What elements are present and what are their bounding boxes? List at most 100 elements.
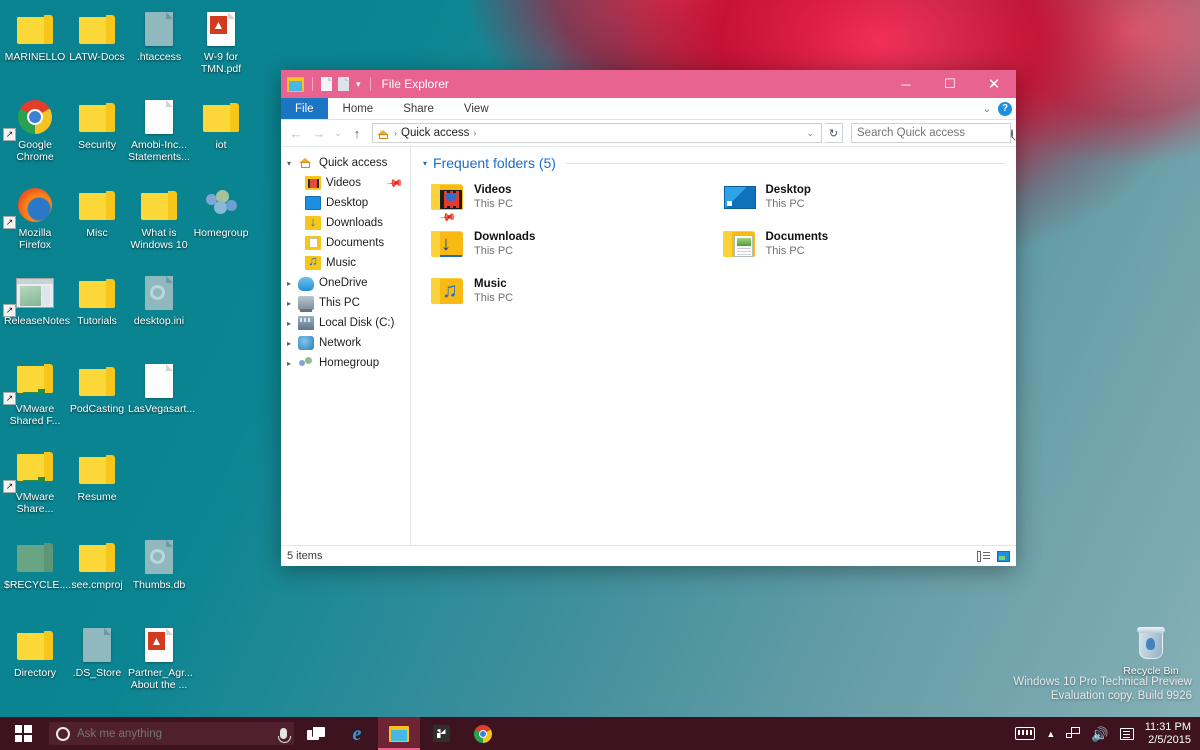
chrome-button[interactable]	[462, 717, 504, 750]
tree-expander-icon[interactable]: ▾	[287, 159, 298, 168]
back-button[interactable]: ←	[286, 126, 306, 141]
minimize-button[interactable]: ─	[884, 70, 928, 98]
file-explorer-button[interactable]	[378, 717, 420, 750]
show-hidden-icons-icon[interactable]: ▲	[1046, 729, 1055, 739]
large-icons-view-icon[interactable]	[997, 551, 1010, 562]
recent-locations-button[interactable]: ⌄	[332, 128, 344, 139]
maximize-button[interactable]: ☐	[928, 70, 972, 98]
folder-item[interactable]: 📌 Videos This PC	[423, 180, 715, 227]
nav-item-this-pc[interactable]: ▸ This PC	[281, 293, 410, 313]
details-view-icon[interactable]	[977, 551, 990, 562]
search-box[interactable]	[851, 123, 1013, 143]
forward-button[interactable]: →	[309, 126, 329, 141]
desktop-icon-label: LasVegasart...	[128, 403, 196, 415]
refresh-button[interactable]: ↻	[825, 123, 843, 143]
volume-icon[interactable]: 🔊	[1091, 727, 1108, 741]
desktop-icon[interactable]: ▲ Partner_Agr... About the ...	[128, 622, 193, 691]
up-button[interactable]: ↑	[347, 126, 367, 141]
search-input[interactable]	[857, 127, 1011, 139]
desktop-icon[interactable]: Amobi-Inc... Statements...	[128, 94, 190, 163]
expand-ribbon-chevron-icon[interactable]: ⌄	[983, 104, 991, 115]
desktop-icon[interactable]: .DS_Store	[66, 622, 128, 680]
desktop-icon[interactable]: ↗ VMware Share...	[3, 446, 66, 515]
desktop-icon[interactable]: Directory	[4, 622, 66, 680]
tree-expander-icon[interactable]: ▸	[287, 319, 298, 328]
explorer-icon[interactable]	[287, 76, 304, 92]
nav-item-network[interactable]: ▸ Network	[281, 333, 410, 353]
desktop-icon[interactable]: PodCasting	[66, 358, 128, 416]
folder-icon	[66, 358, 128, 404]
address-bar[interactable]: › Quick access › ⌄	[372, 123, 822, 143]
group-expander-icon[interactable]: ▾	[423, 159, 427, 168]
folder-item[interactable]: Desktop This PC	[715, 180, 1007, 227]
desktop-icon[interactable]: Tutorials	[66, 270, 128, 328]
notification-icon[interactable]	[1119, 727, 1134, 740]
desktop-icon[interactable]: ↗ ReleaseNotes	[3, 270, 70, 328]
tree-expander-icon[interactable]: ▸	[287, 339, 298, 348]
desktop-icon[interactable]: MARINELLO	[4, 6, 66, 64]
nav-item-homegroup[interactable]: ▸ Homegroup	[281, 353, 410, 373]
tab-share[interactable]: Share	[388, 98, 449, 119]
desktop-icon[interactable]: .htaccess	[128, 6, 190, 64]
desktop-icon[interactable]: iot	[190, 94, 252, 152]
breadcrumb-quick-access[interactable]: Quick access	[401, 127, 469, 139]
nav-item-local-disk-c[interactable]: ▸ Local Disk (C:)	[281, 313, 410, 333]
item-count-label: 5 items	[287, 550, 323, 562]
properties-icon[interactable]	[338, 77, 349, 91]
nav-item-videos[interactable]: Videos 📌	[281, 173, 410, 193]
pin-icon[interactable]: 📌	[438, 208, 457, 227]
tab-home[interactable]: Home	[328, 98, 389, 119]
pin-icon[interactable]: 📌	[386, 174, 405, 192]
tree-expander-icon[interactable]: ▸	[287, 359, 298, 368]
desktop-icon[interactable]: Thumbs.db	[128, 534, 190, 592]
folder-item[interactable]: Documents This PC	[715, 227, 1007, 274]
desktop-icon[interactable]: What is Windows 10	[128, 182, 190, 251]
store-button[interactable]	[420, 717, 462, 750]
desktop-icon[interactable]: see.cmproj	[66, 534, 128, 592]
desktop-icon[interactable]: LasVegasart...	[128, 358, 196, 416]
nav-item-downloads[interactable]: Downloads	[281, 213, 410, 233]
nav-item-desktop[interactable]: Desktop	[281, 193, 410, 213]
nav-item-quick-access[interactable]: ▾ Quick access	[281, 153, 410, 173]
desktop-icon[interactable]: desktop.ini	[128, 270, 190, 328]
desktop-icon[interactable]: ↗ Google Chrome	[3, 94, 66, 163]
task-view-button[interactable]	[294, 717, 336, 750]
tree-expander-icon[interactable]: ▸	[287, 299, 298, 308]
status-bar: 5 items	[281, 545, 1016, 566]
desktop-icon[interactable]: ↗ Mozilla Firefox	[3, 182, 66, 251]
nav-item-documents[interactable]: Documents	[281, 233, 410, 253]
nav-item-onedrive[interactable]: ▸ OneDrive	[281, 273, 410, 293]
folder-item[interactable]: ♫ Music This PC	[423, 274, 715, 321]
quick-access-icon	[298, 156, 314, 170]
cortana-search-box[interactable]	[49, 722, 294, 745]
desktop-icon[interactable]: $RECYCLE....	[4, 534, 71, 592]
desktop-icon[interactable]: LATW-Docs	[66, 6, 128, 64]
internet-explorer-button[interactable]: e	[336, 717, 378, 750]
new-document-icon[interactable]	[321, 77, 332, 91]
desktop-icon[interactable]: Resume	[66, 446, 128, 504]
desktop-icon[interactable]: ▲ W-9 for TMN.pdf	[190, 6, 252, 75]
start-button[interactable]	[0, 717, 46, 750]
desktop-icon[interactable]: Homegroup	[190, 182, 252, 240]
help-icon[interactable]: ?	[998, 102, 1012, 116]
videos-icon	[305, 176, 321, 190]
desktop-icon-recycle-bin[interactable]: Recycle Bin	[1120, 620, 1182, 678]
customize-chevron-icon[interactable]: ▾	[356, 79, 361, 90]
keyboard-icon[interactable]	[1015, 727, 1036, 740]
tab-view[interactable]: View	[449, 98, 504, 119]
address-dropdown-icon[interactable]: ⌄	[806, 128, 817, 139]
tree-expander-icon[interactable]: ▸	[287, 279, 298, 288]
desktop-icon[interactable]: Security	[66, 94, 128, 152]
network-icon[interactable]	[1066, 727, 1081, 740]
breadcrumb-separator-2[interactable]: ›	[473, 128, 476, 138]
folder-item[interactable]: ↓ Downloads This PC	[423, 227, 715, 274]
tab-file[interactable]: File	[281, 98, 328, 119]
microphone-icon[interactable]	[278, 728, 291, 743]
desktop-icon[interactable]: ↗ VMware Shared F...	[3, 358, 66, 427]
clock[interactable]: 11:31 PM 2/5/2015	[1145, 721, 1191, 747]
close-button[interactable]: ✕	[972, 70, 1016, 98]
desktop-icon[interactable]: Misc	[66, 182, 128, 240]
cortana-input[interactable]	[77, 727, 273, 740]
title-bar[interactable]: ▾ File Explorer ─ ☐ ✕	[281, 70, 1016, 98]
nav-item-music[interactable]: Music	[281, 253, 410, 273]
